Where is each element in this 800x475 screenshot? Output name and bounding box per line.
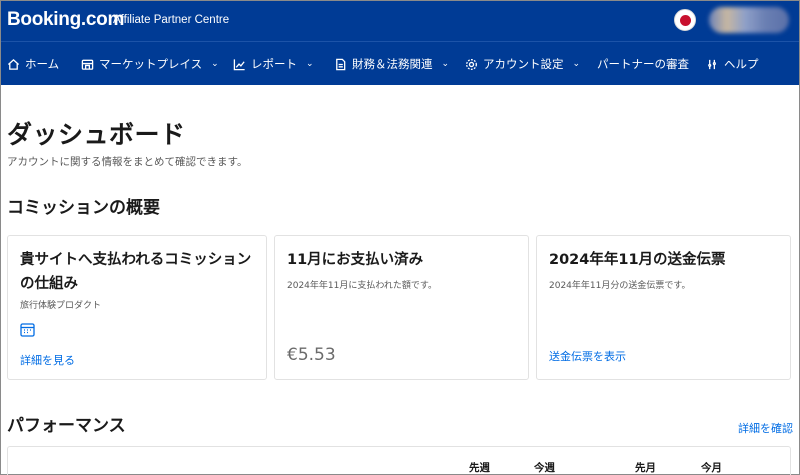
card-title: 11月にお支払い済み [287,252,424,268]
commission-structure-card: 貴サイトへ支払われるコミッションの仕組み 旅行体験プロダクト 詳細を見る [7,235,267,380]
nav-item-label: 財務＆法務関連 [352,57,433,71]
document-icon [336,58,346,70]
column-header-this-week: 今週 [534,462,555,474]
card-desc: 旅行体験プロダクト [20,301,102,311]
performance-section-title: パフォーマンス [7,416,126,436]
view-performance-link[interactable]: 詳細を確認 [738,420,793,436]
home-icon [7,58,20,70]
chart-icon [233,58,245,70]
nav-item-label: パートナーの審査 [597,57,689,71]
paid-amount: €5.53 [287,345,336,365]
nav-item-home[interactable]: ホーム [7,42,59,86]
column-header-last-month: 先月 [635,462,656,474]
nav-item-help[interactable]: ヘルプ [706,42,759,86]
nav-item-label: レポート [251,57,297,71]
nav-item-label: ヘルプ [724,57,759,71]
column-header-last-week: 先週 [469,462,490,474]
gear-icon [466,58,477,70]
nav-item-reports[interactable]: レポート ⌄ [233,42,314,86]
chevron-down-icon: ⌄ [306,59,314,69]
chevron-down-icon: ⌄ [441,59,450,69]
page-subtitle: アカウントに関する情報をまとめて確認できます。 [7,156,248,168]
nav-item-partner-review[interactable]: パートナーの審査 [597,42,689,86]
nav-item-account-settings[interactable]: アカウント設定 ⌄ [465,42,580,86]
commission-section-title: コミッションの概要 [7,198,160,218]
card-title: 貴サイトへ支払われるコミッションの仕組み [20,252,252,292]
top-bar: Booking.com Affiliate Partner Centre [1,1,799,41]
account-avatar[interactable] [709,7,789,33]
nav-item-label: ホーム [25,57,60,71]
help-icon [708,59,716,69]
see-details-link[interactable]: 詳細を見る [20,352,75,368]
main-nav: ホーム マーケットプレイス ⌄ レポート ⌄ 財務＆法務関連 ⌄ アカウント設定… [1,41,799,85]
remittance-slip-card: 2024年年11月の送金伝票 2024年年11月分の送金伝票です。 送金伝票を表… [536,235,791,380]
view-remittance-link[interactable]: 送金伝票を表示 [549,348,626,364]
paid-november-card: 11月にお支払い済み 2024年年11月に支払われた額です。 €5.53 [274,235,529,380]
nav-item-label: アカウント設定 [483,57,564,71]
column-header-this-month: 今月 [701,462,722,474]
chevron-down-icon: ⌄ [572,59,581,69]
store-icon [81,59,94,70]
nav-item-marketplace[interactable]: マーケットプレイス ⌄ [81,42,219,86]
nav-item-label: マーケットプレイス [99,57,203,71]
card-title: 2024年年11月の送金伝票 [549,252,726,268]
brand-logo[interactable]: Booking.com [7,9,124,31]
calendar-icon [20,323,35,337]
brand-subtitle: Affiliate Partner Centre [113,14,230,26]
card-desc: 2024年年11月分の送金伝票です。 [549,281,691,291]
card-desc: 2024年年11月に支払われた額です。 [287,281,438,291]
performance-table [7,446,791,475]
nav-item-finance-legal[interactable]: 財務＆法務関連 ⌄ [334,42,449,86]
chevron-down-icon: ⌄ [211,59,219,69]
language-flag-button[interactable] [674,9,696,31]
page-title: ダッシュボード [7,120,186,149]
